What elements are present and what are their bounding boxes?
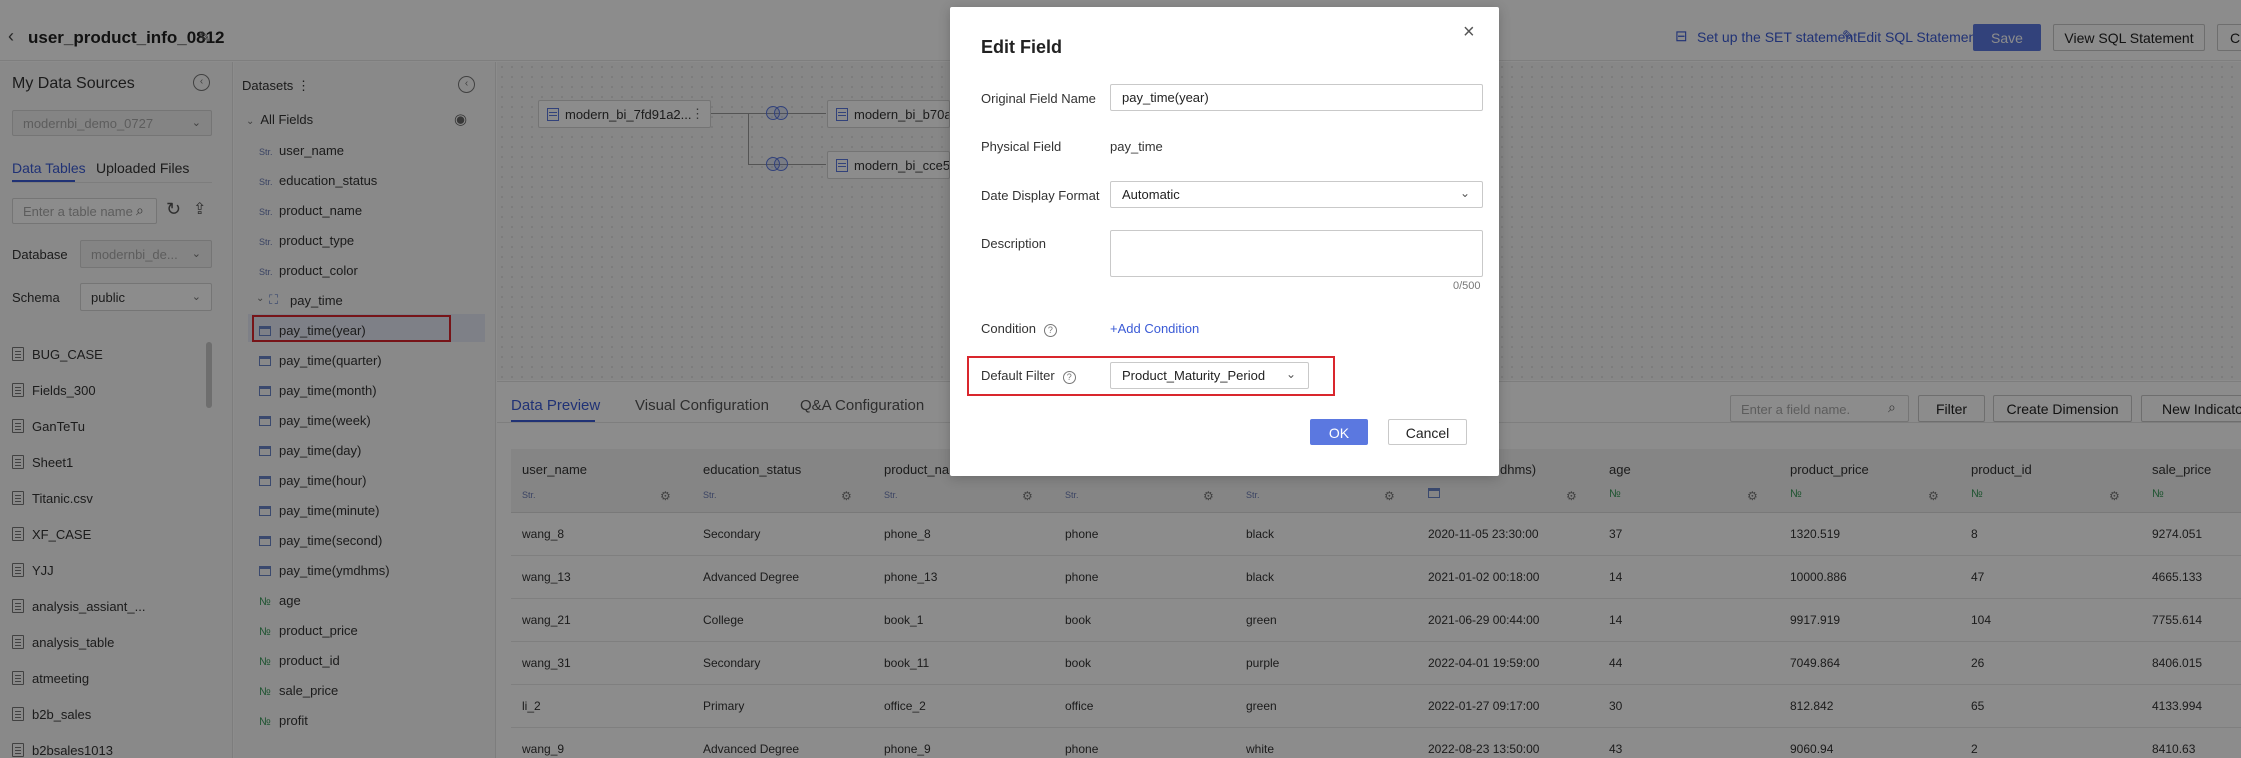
date-format-label: Date Display Format [981,188,1100,203]
description-char-count: 0/500 [1453,280,1481,292]
default-filter-value: Product_Maturity_Period [1122,368,1266,383]
condition-label-text: Condition [981,321,1036,336]
add-condition-text: Add Condition [1117,321,1200,336]
dialog-title: Edit Field [981,37,1062,57]
physical-field-label: Physical Field [981,139,1062,154]
close-icon[interactable]: × [1463,21,1475,44]
default-filter-label: Default Filter? [981,368,1076,384]
original-name-input[interactable]: pay_time(year) [1110,84,1483,111]
default-filter-select[interactable]: Product_Maturity_Period ⌄ [1110,362,1309,389]
date-format-select[interactable]: Automatic ⌄ [1110,181,1483,208]
default-filter-label-text: Default Filter [981,368,1055,383]
plus-icon: + [1110,321,1118,336]
original-name-value: pay_time(year) [1122,90,1209,105]
chevron-down-icon: ⌄ [1285,367,1296,381]
help-icon[interactable]: ? [1043,324,1057,337]
physical-field-value: pay_time [1110,139,1163,154]
description-textarea[interactable] [1110,230,1483,277]
cancel-button[interactable]: Cancel [1388,419,1467,445]
condition-label: Condition? [981,321,1057,337]
help-icon[interactable]: ? [1062,371,1076,384]
date-format-value: Automatic [1122,187,1180,202]
add-condition-link[interactable]: +Add Condition [1110,321,1199,336]
original-name-label: Original Field Name [981,91,1096,106]
ok-button[interactable]: OK [1310,419,1368,445]
description-label: Description [981,236,1047,251]
chevron-down-icon: ⌄ [1459,186,1470,200]
